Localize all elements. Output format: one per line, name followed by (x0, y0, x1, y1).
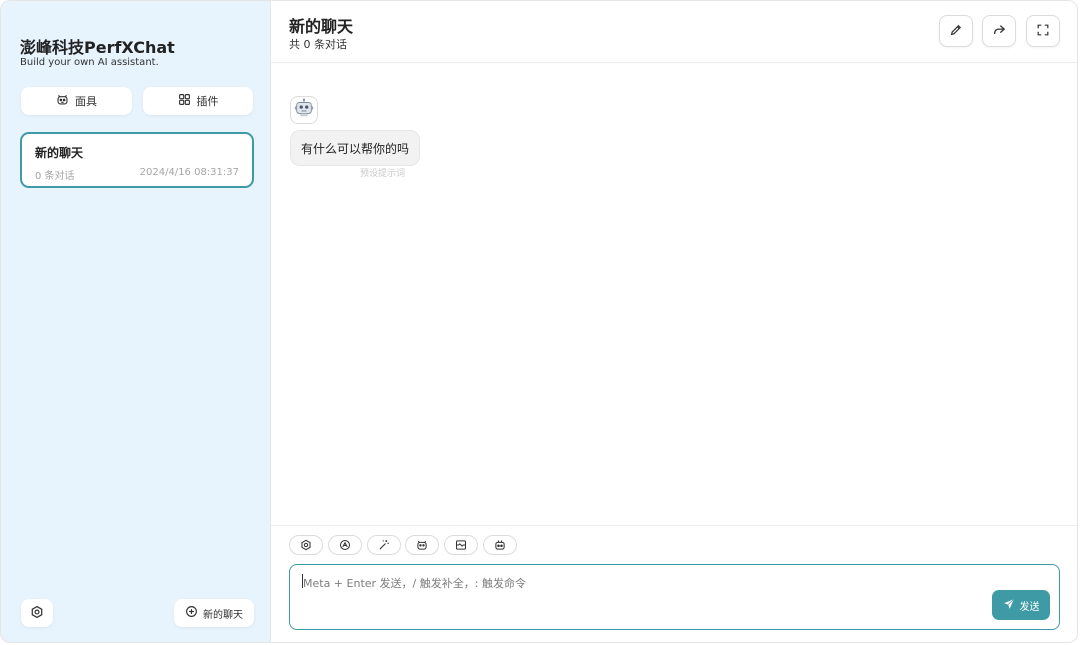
mask-icon (416, 536, 428, 555)
settings-button[interactable] (21, 599, 53, 627)
clear-context-tool-button[interactable] (444, 535, 478, 555)
settings-icon (30, 604, 44, 623)
app-window: 澎峰科技PerfXChat Build your own AI assistan… (0, 0, 1078, 643)
chat-panel: 新的聊天 共 0 条对话 有什么可以帮你的吗 预设提示词 Meta + Ente… (271, 1, 1077, 642)
chat-message-count: 共 0 条对话 (289, 38, 347, 51)
new-chat-button[interactable]: 新的聊天 (174, 599, 254, 627)
plugins-button[interactable]: 插件 (143, 87, 253, 115)
prompt-wand-icon (378, 536, 390, 555)
chat-item-count: 0 条对话 (35, 171, 75, 182)
plugins-button-label: 插件 (196, 95, 219, 108)
edit-icon (949, 22, 963, 41)
robot-icon (494, 536, 506, 555)
assistant-message: 有什么可以帮你的吗 (290, 130, 421, 166)
fullscreen-button[interactable] (1026, 15, 1060, 47)
fullscreen-icon (1036, 22, 1050, 41)
prompt-tool-button[interactable] (367, 535, 401, 555)
send-icon (1003, 598, 1015, 613)
assistant-avatar (290, 96, 318, 124)
app-subtitle: Build your own AI assistant. (20, 57, 159, 68)
model-tool-button[interactable] (483, 535, 517, 555)
share-button[interactable] (982, 15, 1016, 47)
input-panel: Meta + Enter 发送，/ 触发补全，: 触发命令 发送 (271, 525, 1077, 642)
send-button[interactable]: 发送 (992, 590, 1050, 620)
chat-header: 新的聊天 共 0 条对话 (271, 1, 1077, 63)
message-input-placeholder: Meta + Enter 发送，/ 触发补全，: 触发命令 (303, 577, 526, 590)
share-icon (992, 22, 1006, 41)
new-chat-button-label: 新的聊天 (203, 609, 243, 621)
chat-item-title: 新的聊天 (35, 146, 84, 160)
masks-tool-button[interactable] (405, 535, 439, 555)
message-input[interactable]: Meta + Enter 发送，/ 触发补全，: 触发命令 发送 (289, 564, 1060, 630)
theme-icon (339, 536, 351, 555)
masks-button[interactable]: 面具 (21, 87, 132, 115)
sidebar: 澎峰科技PerfXChat Build your own AI assistan… (1, 1, 271, 642)
edit-title-button[interactable] (939, 15, 973, 47)
theme-tool-button[interactable] (328, 535, 362, 555)
robot-icon (293, 97, 315, 123)
plus-circle-icon (185, 605, 198, 621)
masks-button-label: 面具 (75, 95, 97, 108)
grid-icon (178, 93, 191, 109)
clear-context-icon (455, 536, 467, 555)
chat-item-time: 2024/4/16 08:31:37 (139, 167, 239, 178)
preset-prompt-hint: 预设提示词 (360, 169, 406, 179)
settings-icon (300, 536, 312, 555)
app-title: 澎峰科技PerfXChat (20, 38, 175, 57)
chat-settings-tool-button[interactable] (289, 535, 323, 555)
send-button-label: 发送 (1019, 601, 1040, 613)
chat-title: 新的聊天 (289, 17, 354, 36)
mask-icon (56, 93, 69, 109)
chat-list-item[interactable]: 新的聊天 0 条对话 2024/4/16 08:31:37 (20, 132, 254, 188)
